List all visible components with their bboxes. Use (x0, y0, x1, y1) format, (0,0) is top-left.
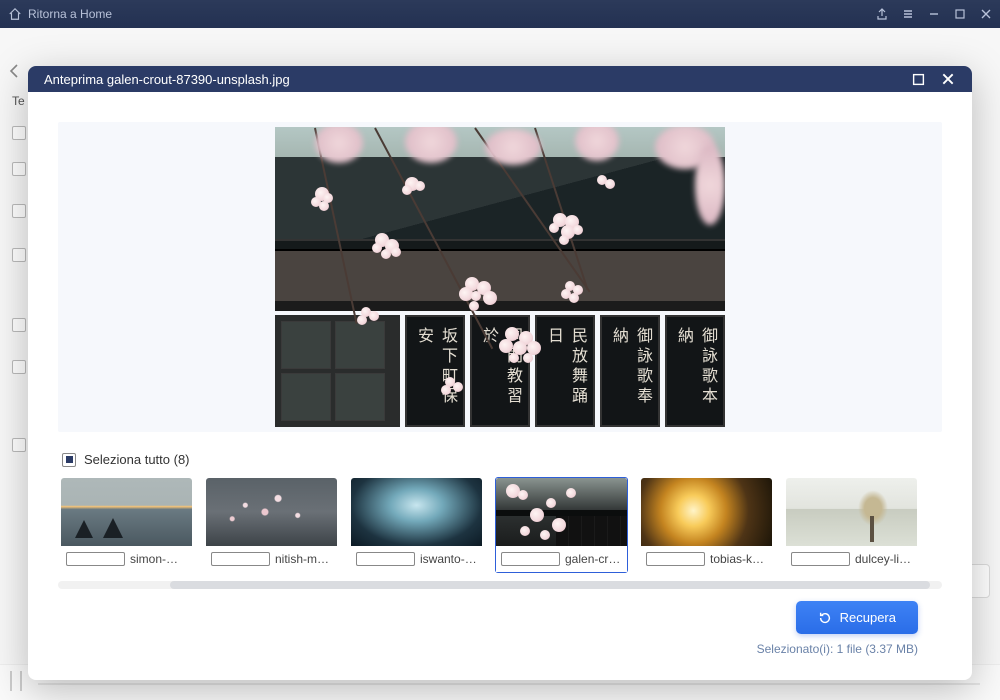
selected-info: Selezionato(i): 1 file (3.37 MB) (82, 642, 918, 656)
select-all-label: Seleziona tutto (8) (84, 452, 190, 467)
titlebar-home-link[interactable]: Ritorna a Home (28, 7, 876, 21)
maximize-icon[interactable] (954, 8, 966, 20)
thumbnail[interactable]: simon-matzinger-U... (60, 477, 193, 573)
modal-title: Anteprima galen-crout-87390-unsplash.jpg (44, 72, 910, 87)
thumb-checkbox[interactable] (356, 552, 415, 566)
bg-checkbox[interactable] (12, 438, 26, 452)
thumb-checkbox[interactable] (211, 552, 270, 566)
thumb-checkbox[interactable] (791, 552, 850, 566)
select-all-checkbox[interactable] (62, 453, 76, 467)
thumb-checkbox[interactable] (501, 552, 560, 566)
preview-image: 坂下町保安 同門教習於 民放舞踊日 御詠歌奉納 御詠歌本納 (275, 127, 725, 427)
thumb-filename: tobias-keller-10426... (710, 552, 767, 566)
close-icon[interactable] (980, 8, 992, 20)
thumbnail[interactable]: nitish-meena-6164... (205, 477, 338, 573)
bg-checkbox[interactable] (12, 204, 26, 218)
bg-checkbox[interactable] (12, 318, 26, 332)
bg-checkbox[interactable] (12, 360, 26, 374)
thumbnail-strip: simon-matzinger-U... nitish-meena-6164..… (58, 477, 942, 573)
bg-checkbox[interactable] (12, 248, 26, 262)
recover-button-label: Recupera (840, 610, 896, 625)
thumb-checkbox[interactable] (66, 552, 125, 566)
thumb-filename: nitish-meena-6164... (275, 552, 332, 566)
thumbnail[interactable]: iswanto-arif-74269... (350, 477, 483, 573)
thumb-filename: galen-crout-87390-... (565, 552, 622, 566)
thumbnail[interactable]: tobias-keller-10426... (640, 477, 773, 573)
home-icon[interactable] (8, 7, 22, 21)
thumb-filename: iswanto-arif-74269... (420, 552, 477, 566)
thumb-filename: dulcey-lima-12023... (855, 552, 912, 566)
bg-checkbox[interactable] (12, 162, 26, 176)
modal-close-icon[interactable] (940, 71, 956, 87)
thumbnail[interactable]: dulcey-lima-12023... (785, 477, 918, 573)
menu-icon[interactable] (902, 8, 914, 20)
app-titlebar: Ritorna a Home (0, 0, 1000, 28)
share-icon[interactable] (876, 8, 888, 20)
thumb-filename: simon-matzinger-U... (130, 552, 187, 566)
back-icon[interactable] (4, 60, 26, 82)
modal-maximize-icon[interactable] (910, 71, 926, 87)
modal-header: Anteprima galen-crout-87390-unsplash.jpg (28, 66, 972, 92)
recover-button[interactable]: Recupera (796, 601, 918, 634)
thumbnail-selected[interactable]: galen-crout-87390-... (495, 477, 628, 573)
thumb-checkbox[interactable] (646, 552, 705, 566)
thumb-scrollbar[interactable] (58, 581, 942, 589)
preview-modal: Anteprima galen-crout-87390-unsplash.jpg (28, 66, 972, 680)
bg-sidebar-label: Te (12, 94, 25, 108)
bg-checkbox[interactable] (12, 126, 26, 140)
preview-area: 坂下町保安 同門教習於 民放舞踊日 御詠歌奉納 御詠歌本納 (58, 122, 942, 432)
minimize-icon[interactable] (928, 8, 940, 20)
